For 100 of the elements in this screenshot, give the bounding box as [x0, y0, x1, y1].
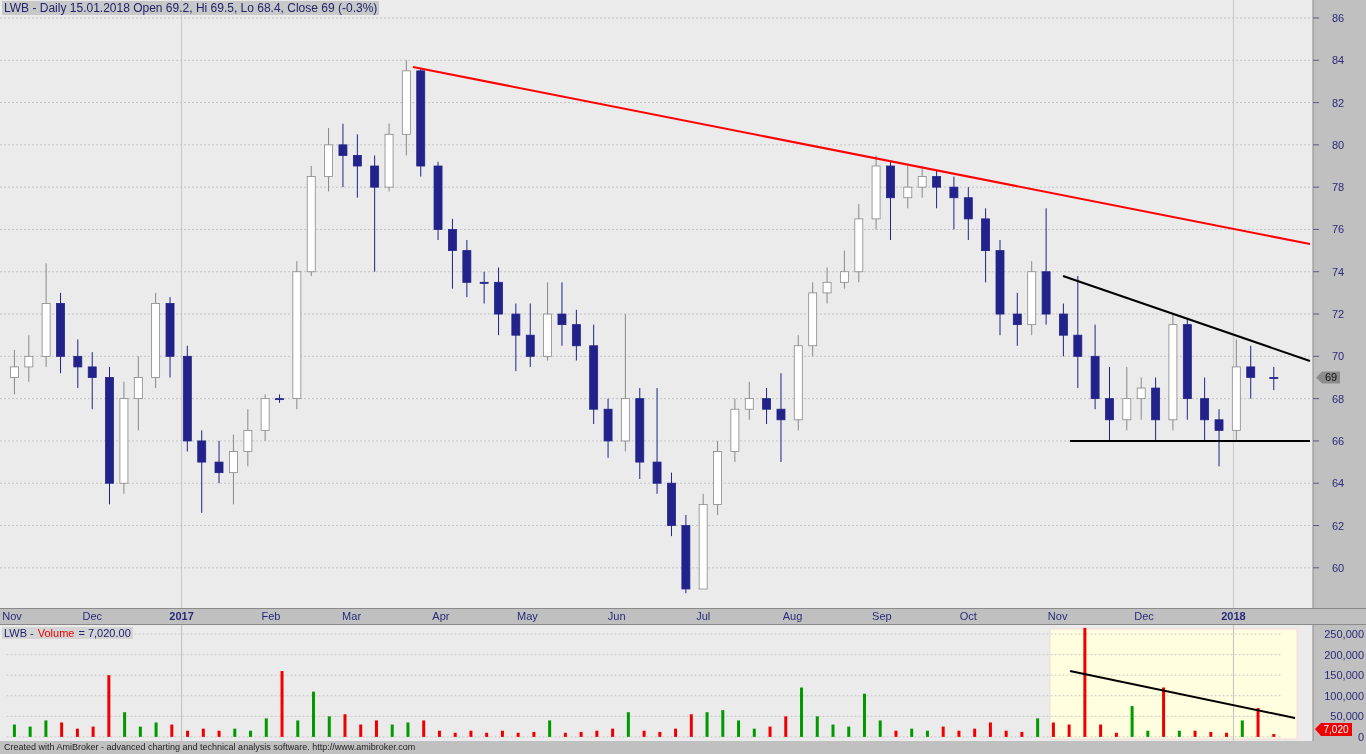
candlestick [1151, 377, 1160, 442]
price-axis-label: 72 [1331, 308, 1345, 321]
volume-bar [249, 730, 253, 737]
volume-bar [327, 716, 331, 737]
price-axis-label: 64 [1331, 477, 1345, 490]
candlestick [1269, 366, 1279, 391]
volume-bar [28, 726, 32, 737]
date-axis-label: Nov [1047, 610, 1068, 622]
candlestick [494, 267, 503, 336]
volume-bar [280, 671, 284, 737]
volume-bar [705, 712, 709, 737]
volume-bar [1130, 706, 1134, 737]
volume-bar [674, 728, 678, 737]
candlestick [1246, 345, 1256, 400]
volume-bar [768, 726, 772, 737]
candlestick [1200, 377, 1209, 442]
candlestick [603, 398, 613, 459]
candlestick [1012, 292, 1022, 347]
volume-axis-label: 100,000 [1324, 689, 1364, 702]
date-axis-label: Mar [342, 610, 362, 622]
price-axis-label: 74 [1331, 265, 1345, 278]
volume-bar [642, 730, 646, 737]
volume-bar [1256, 708, 1260, 737]
date-axis-label: 2018 [1221, 610, 1246, 622]
candlestick [73, 338, 83, 389]
volume-indicator-name: Volume [37, 627, 75, 639]
volume-bar [1004, 730, 1008, 737]
candlestick [384, 123, 394, 192]
volume-axis-label: 0 [1357, 730, 1364, 741]
volume-bar [752, 728, 756, 737]
candlestick [324, 127, 333, 192]
price-axis-label: 76 [1331, 223, 1345, 236]
price-axis-label: 86 [1331, 12, 1345, 24]
candlestick [667, 472, 676, 537]
price-axis-label: 68 [1331, 392, 1345, 405]
volume-bar [1146, 730, 1150, 737]
volume-bar [894, 730, 898, 737]
volume-bar [721, 710, 725, 737]
volume-bar [611, 728, 615, 737]
volume-bar [469, 730, 473, 737]
volume-bar [957, 730, 961, 737]
price-axis-label: 60 [1331, 561, 1345, 574]
candlestick [932, 169, 941, 209]
candlestick [762, 387, 771, 425]
date-axis-label: Apr [432, 610, 450, 622]
volume-bar [312, 691, 315, 737]
volume-bar [60, 722, 64, 737]
date-axis-label: Oct [959, 610, 977, 622]
volume-bar [170, 724, 174, 737]
last-price-tag: 69 [1316, 371, 1340, 384]
price-axis-label: 80 [1331, 138, 1345, 151]
volume-bar [390, 724, 394, 737]
volume-bar [689, 714, 693, 737]
volume-bar [1036, 718, 1040, 737]
volume-bar [138, 726, 142, 737]
candlestick [963, 186, 973, 241]
candlestick [571, 309, 581, 362]
date-axis-label: May [517, 610, 538, 622]
price-axis-label: 78 [1331, 181, 1345, 194]
volume-bar [516, 732, 520, 737]
candlestick [511, 302, 521, 372]
volume-bar [12, 724, 16, 737]
volume-bar [453, 732, 457, 737]
volume-bar [123, 712, 127, 737]
price-axis-label: 82 [1331, 96, 1345, 109]
volume-axis-label: 200,000 [1324, 648, 1364, 661]
volume-bar [941, 726, 945, 737]
volume-bar [925, 730, 929, 737]
candlestick [338, 123, 348, 188]
date-axis-label: Dec [1134, 610, 1154, 622]
candlestick [1059, 302, 1068, 357]
volume-bar [107, 675, 111, 737]
volume-bar [1240, 720, 1244, 737]
volume-bar [485, 732, 489, 737]
candlestick [1136, 377, 1146, 421]
volume-bar [437, 730, 441, 737]
volume-bar [1225, 732, 1229, 737]
volume-bar [988, 722, 992, 737]
date-axis-label: Aug [782, 610, 803, 622]
volume-bar [343, 714, 347, 737]
volume-bar [1067, 724, 1071, 737]
volume-bar [233, 728, 237, 737]
volume-axis-label: 50,000 [1330, 710, 1364, 723]
candlestick [352, 133, 362, 199]
candlestick [525, 302, 535, 368]
candlestick [10, 349, 19, 395]
date-axis-label: Feb [261, 610, 281, 622]
volume-bar [1020, 731, 1024, 737]
candlestick [260, 393, 270, 442]
volume-value: = 7,020.00 [78, 627, 131, 639]
candlestick [730, 398, 740, 463]
date-axis-label: Dec [82, 610, 102, 622]
candlestick [822, 267, 832, 304]
volume-bar [91, 726, 95, 737]
volume-bar [532, 731, 536, 737]
volume-bar [548, 720, 552, 737]
volume-bar [186, 730, 190, 737]
price-axis-label: 70 [1331, 350, 1345, 363]
volume-bar [264, 718, 268, 737]
volume-bar [878, 720, 882, 737]
